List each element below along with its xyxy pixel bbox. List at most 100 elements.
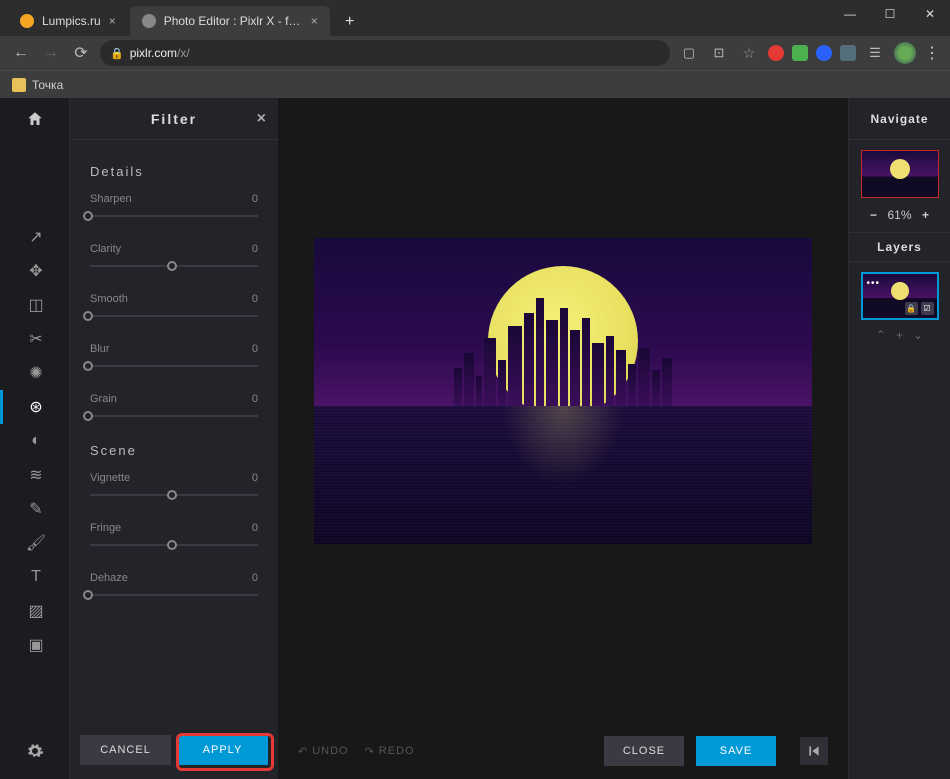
cut-tool[interactable]: ✂	[0, 322, 69, 356]
translate-icon[interactable]: ⊡	[708, 42, 730, 64]
slider-label: Grain	[90, 393, 117, 405]
close-icon[interactable]: ×	[109, 14, 116, 28]
tab-pixlr[interactable]: Photo Editor : Pixlr X - free image ×	[130, 6, 330, 36]
profile-avatar[interactable]	[894, 42, 916, 64]
settings-button[interactable]	[0, 723, 69, 779]
browser-chrome: Lumpics.ru × Photo Editor : Pixlr X - fr…	[0, 0, 950, 98]
navigate-thumbnail[interactable]	[861, 150, 939, 198]
undo-icon: ↶	[298, 745, 308, 758]
back-button[interactable]: ←	[10, 42, 32, 64]
cast-icon[interactable]: ▢	[678, 42, 700, 64]
tab-strip: Lumpics.ru × Photo Editor : Pixlr X - fr…	[0, 0, 950, 36]
browser-menu-button[interactable]: ⋮	[924, 43, 940, 63]
url-path: /x/	[177, 46, 190, 60]
slider-smooth: Smooth 0	[90, 293, 258, 323]
slider-label: Smooth	[90, 293, 128, 305]
brush-tool[interactable]: 🖌	[0, 526, 69, 560]
url-bar[interactable]: 🔒 pixlr.com/x/	[100, 40, 670, 66]
visibility-icon[interactable]: ☑	[921, 302, 934, 315]
slider-thumb[interactable]	[167, 490, 177, 500]
layer-down-button[interactable]: ⌄	[913, 328, 923, 342]
slider-track[interactable]	[90, 209, 258, 223]
favicon-pixlr	[142, 14, 156, 28]
arrange-tool[interactable]: ↗	[0, 220, 69, 254]
slider-value: 0	[252, 472, 258, 484]
slider-label: Blur	[90, 343, 110, 355]
slider-thumb[interactable]	[167, 261, 177, 271]
ext-icon[interactable]	[816, 45, 832, 61]
apply-button[interactable]: APPLY	[177, 735, 268, 765]
slider-thumb[interactable]	[83, 590, 93, 600]
slider-track[interactable]	[90, 409, 258, 423]
slider-track[interactable]	[90, 488, 258, 502]
adjust-tool[interactable]: ✺	[0, 356, 69, 390]
minimize-button[interactable]: —	[830, 0, 870, 28]
slider-thumb[interactable]	[167, 540, 177, 550]
close-button[interactable]: CLOSE	[604, 736, 684, 766]
crop-tool[interactable]: ◫	[0, 288, 69, 322]
extension-icons: ▢ ⊡ ☆ ☰ ⋮	[678, 42, 940, 64]
slider-thumb[interactable]	[83, 411, 93, 421]
filter-tool[interactable]: ⊛	[0, 390, 69, 424]
slider-thumb[interactable]	[83, 211, 93, 221]
slider-thumb[interactable]	[83, 361, 93, 371]
slider-dehaze: Dehaze0	[90, 572, 258, 602]
layer-add-button[interactable]: +	[896, 328, 903, 342]
reload-button[interactable]: ⟳	[70, 42, 92, 64]
home-button[interactable]	[0, 98, 69, 140]
bookmarks-bar: Точка	[0, 70, 950, 98]
tab-lumpics[interactable]: Lumpics.ru ×	[8, 6, 128, 36]
zoom-in-button[interactable]: +	[918, 208, 934, 222]
new-tab-button[interactable]: +	[336, 8, 364, 36]
ext-icon[interactable]	[840, 45, 856, 61]
bottom-bar: ↶UNDO ↷REDO CLOSE SAVE	[278, 723, 848, 779]
retouch-tool[interactable]: ≋	[0, 458, 69, 492]
save-button[interactable]: SAVE	[696, 736, 776, 766]
element-tool[interactable]: ▨	[0, 594, 69, 628]
slider-value: 0	[252, 293, 258, 305]
close-window-button[interactable]: ✕	[910, 0, 950, 28]
panel-body: Details Sharpen0Clarity0Smooth0Blur0Grai…	[70, 140, 278, 725]
slider-label: Dehaze	[90, 572, 128, 584]
canvas-stage[interactable]	[278, 98, 848, 723]
undo-button[interactable]: ↶UNDO	[298, 745, 349, 758]
reading-list-icon[interactable]: ☰	[864, 42, 886, 64]
lock-icon[interactable]: 🔒	[905, 302, 918, 315]
slider-track[interactable]	[90, 259, 258, 273]
liquify-tool[interactable]: ◐	[0, 424, 69, 458]
move-tool[interactable]: ✥	[0, 254, 69, 288]
cancel-button[interactable]: CANCEL	[80, 735, 171, 765]
close-icon[interactable]: ×	[257, 110, 268, 128]
slider-value: 0	[252, 243, 258, 255]
address-bar-row: ← → ⟳ 🔒 pixlr.com/x/ ▢ ⊡ ☆ ☰ ⋮	[0, 36, 950, 70]
draw-tool[interactable]: ✎	[0, 492, 69, 526]
star-icon[interactable]: ☆	[738, 42, 760, 64]
layer-thumbnail[interactable]: ••• 🔒 ☑	[861, 272, 939, 320]
slider-label: Fringe	[90, 522, 121, 534]
image-tool[interactable]: ▣	[0, 628, 69, 662]
zoom-out-button[interactable]: −	[865, 208, 881, 222]
step-forward-button[interactable]	[800, 737, 828, 765]
section-title-scene: Scene	[90, 443, 258, 458]
layer-operations: ⌃ + ⌄	[849, 328, 950, 342]
lock-icon: 🔒	[110, 47, 124, 60]
text-tool[interactable]: T	[0, 560, 69, 594]
forward-button[interactable]: →	[40, 42, 62, 64]
canvas-area: ↶UNDO ↷REDO CLOSE SAVE	[278, 98, 848, 779]
slider-track[interactable]	[90, 359, 258, 373]
slider-thumb[interactable]	[83, 311, 93, 321]
bookmark-label: Точка	[32, 78, 63, 92]
bookmark-item[interactable]: Точка	[12, 78, 63, 92]
navigate-header: Navigate	[849, 98, 950, 140]
favicon-lumpics	[20, 14, 34, 28]
ext-icon[interactable]	[768, 45, 784, 61]
layer-up-button[interactable]: ⌃	[876, 328, 886, 342]
layer-options-icon[interactable]: •••	[867, 278, 881, 289]
maximize-button[interactable]: ☐	[870, 0, 910, 28]
slider-track[interactable]	[90, 538, 258, 552]
slider-track[interactable]	[90, 309, 258, 323]
slider-track[interactable]	[90, 588, 258, 602]
close-icon[interactable]: ×	[311, 14, 318, 28]
ext-icon[interactable]	[792, 45, 808, 61]
redo-button[interactable]: ↷REDO	[365, 745, 415, 758]
